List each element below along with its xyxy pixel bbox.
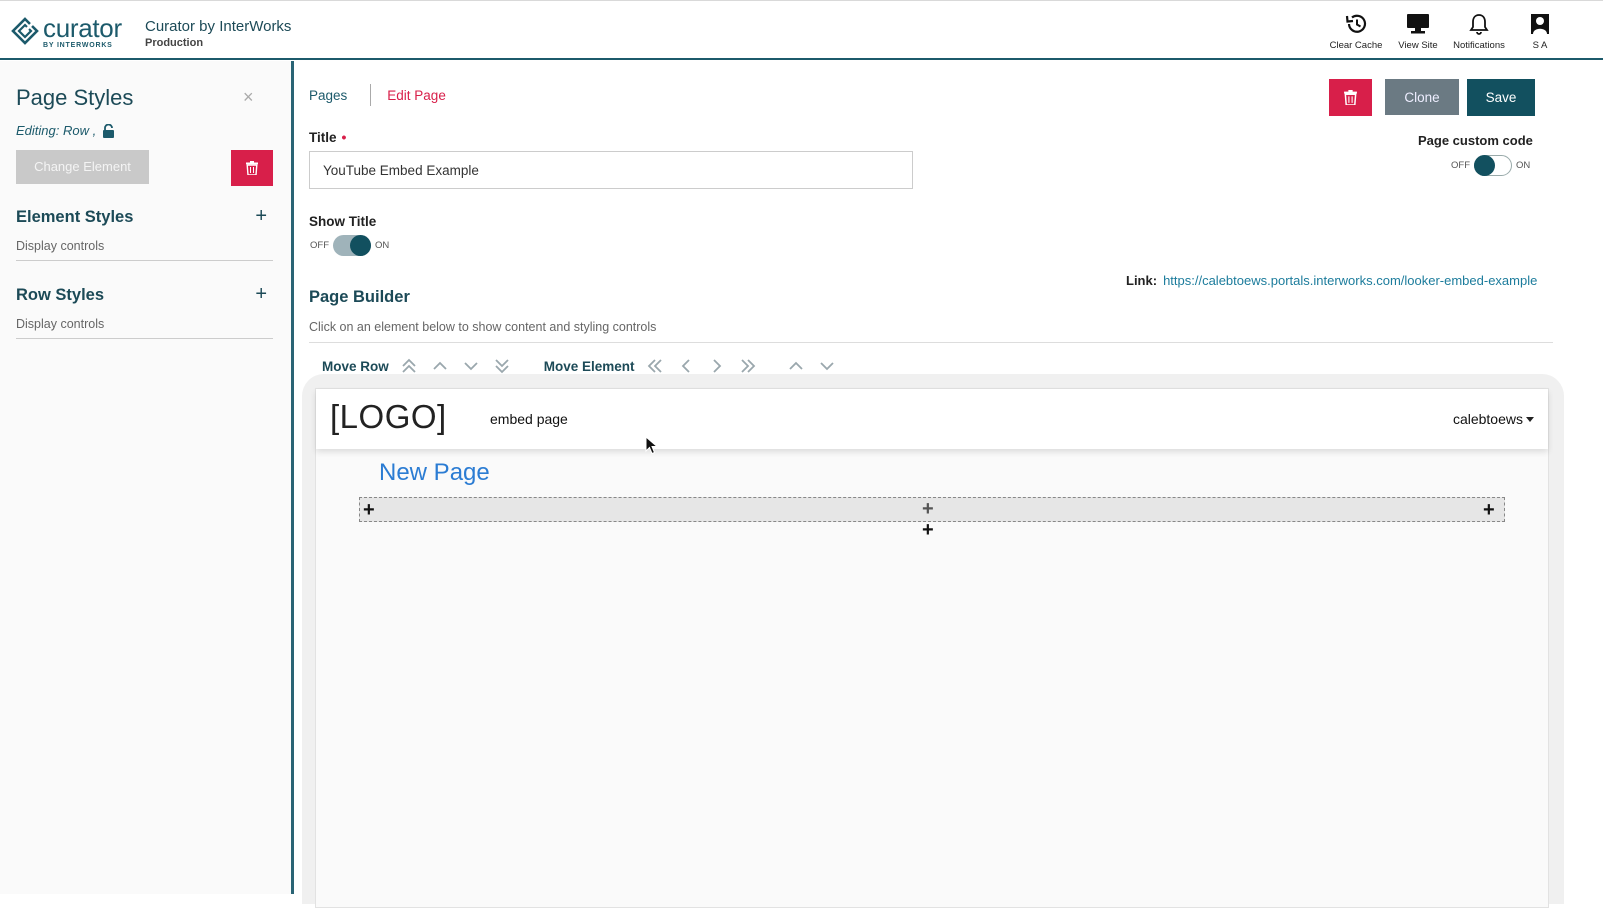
row-styles-subtitle: Display controls bbox=[16, 317, 105, 331]
bell-icon bbox=[1469, 14, 1489, 35]
preview-page-title[interactable]: New Page bbox=[379, 459, 490, 487]
move-element-down-icon[interactable] bbox=[817, 356, 837, 376]
logo-subtitle: BY INTERWORKS bbox=[43, 42, 113, 49]
page-builder-subtitle: Click on an element below to show conten… bbox=[309, 320, 657, 334]
breadcrumb-pages-link[interactable]: Pages bbox=[309, 88, 347, 103]
monitor-icon bbox=[1407, 14, 1429, 34]
clear-cache-button[interactable]: Clear Cache bbox=[1321, 13, 1391, 51]
toggle-off-label: OFF bbox=[310, 240, 329, 251]
add-element-center-icon[interactable]: + bbox=[922, 499, 934, 519]
site-environment: Production bbox=[145, 37, 204, 49]
change-element-button[interactable]: Change Element bbox=[16, 150, 149, 184]
clear-cache-label: Clear Cache bbox=[1329, 40, 1383, 51]
view-site-label: View Site bbox=[1398, 40, 1438, 51]
element-styles-subtitle: Display controls bbox=[16, 239, 105, 253]
move-row-top-icon[interactable] bbox=[399, 356, 419, 376]
view-site-button[interactable]: View Site bbox=[1383, 13, 1453, 51]
add-row-icon[interactable]: + bbox=[922, 520, 934, 540]
element-styles-title: Element Styles bbox=[16, 208, 134, 226]
notifications-button[interactable]: Notifications bbox=[1444, 13, 1514, 51]
toggle-on-label: ON bbox=[375, 240, 390, 251]
move-element-right-icon[interactable] bbox=[707, 356, 727, 376]
history-icon bbox=[1345, 14, 1367, 33]
preview-user-menu[interactable]: calebtoews bbox=[1453, 411, 1534, 427]
move-row-down-icon[interactable] bbox=[461, 356, 481, 376]
logo-wordmark: curator bbox=[43, 13, 122, 43]
show-title-toggle[interactable] bbox=[333, 235, 371, 256]
preview-navbar[interactable]: [LOGO] embed page calebtoews bbox=[316, 389, 1548, 449]
trash-icon bbox=[246, 161, 258, 175]
notifications-label: Notifications bbox=[1453, 40, 1505, 51]
top-bar: curator BY INTERWORKS Curator by InterWo… bbox=[0, 0, 1603, 60]
move-element-left-icon[interactable] bbox=[676, 356, 696, 376]
title-label-text: Title bbox=[309, 130, 337, 145]
user-menu-button[interactable]: S A bbox=[1505, 13, 1575, 51]
link-label: Link: bbox=[1126, 273, 1158, 288]
show-title-toggle-group: OFF ON bbox=[310, 235, 389, 256]
delete-page-button[interactable] bbox=[1329, 79, 1372, 116]
title-field-label: Title • bbox=[309, 129, 346, 145]
save-button[interactable]: Save bbox=[1467, 79, 1535, 116]
title-input[interactable] bbox=[309, 151, 913, 189]
add-element-left-icon[interactable]: + bbox=[363, 500, 375, 520]
preview-nav-link[interactable]: embed page bbox=[490, 411, 568, 427]
move-row-label: Move Row bbox=[322, 358, 389, 374]
expand-element-styles-icon[interactable]: + bbox=[255, 205, 267, 228]
row-styles-section[interactable]: Row Styles + Display controls bbox=[16, 279, 273, 339]
page-styles-panel: Page Styles × Editing: Row , Change Elem… bbox=[0, 61, 294, 894]
site-title: Curator by InterWorks bbox=[145, 18, 292, 35]
user-initials: S A bbox=[1532, 40, 1548, 51]
add-element-right-icon[interactable]: + bbox=[1483, 500, 1495, 520]
page-custom-code-toggle[interactable] bbox=[1474, 154, 1512, 176]
delete-element-button[interactable] bbox=[231, 150, 273, 186]
row-styles-title: Row Styles bbox=[16, 286, 105, 304]
toggle-on-label: ON bbox=[1516, 160, 1531, 171]
close-icon[interactable]: × bbox=[243, 87, 254, 108]
curator-logo-icon bbox=[11, 17, 39, 45]
show-title-label: Show Title bbox=[309, 214, 377, 229]
move-element-up-icon[interactable] bbox=[786, 356, 806, 376]
element-styles-section[interactable]: Element Styles + Display controls bbox=[16, 201, 273, 261]
page-custom-code-label: Page custom code bbox=[1418, 133, 1533, 148]
expand-row-styles-icon[interactable]: + bbox=[255, 283, 267, 306]
mouse-cursor-icon bbox=[645, 436, 659, 455]
editing-label: Editing: Row , bbox=[16, 123, 97, 138]
toggle-off-label: OFF bbox=[1451, 160, 1470, 171]
breadcrumb-edit-page[interactable]: Edit Page bbox=[387, 88, 446, 103]
user-icon bbox=[1531, 14, 1549, 34]
editing-indicator: Editing: Row , bbox=[16, 123, 115, 138]
required-indicator: • bbox=[341, 129, 347, 145]
breadcrumb: Pages Edit Page bbox=[309, 84, 446, 106]
divider bbox=[309, 342, 1553, 343]
preview-logo[interactable]: [LOGO] bbox=[330, 398, 447, 436]
move-controls: Move Row Move Element bbox=[322, 356, 848, 376]
lock-icon[interactable] bbox=[102, 123, 115, 138]
move-element-last-icon[interactable] bbox=[738, 356, 758, 376]
main-content: Pages Edit Page Clone Save Page custom c… bbox=[297, 61, 1603, 908]
builder-canvas: [LOGO] embed page calebtoews New Page + … bbox=[315, 388, 1549, 908]
curator-logo[interactable]: curator BY INTERWORKS bbox=[11, 15, 122, 49]
breadcrumb-divider bbox=[370, 84, 372, 106]
trash-icon bbox=[1344, 90, 1357, 105]
page-url-link[interactable]: https://calebtoews.portals.interworks.co… bbox=[1163, 273, 1537, 288]
move-row-bottom-icon[interactable] bbox=[492, 356, 512, 376]
page-builder-title: Page Builder bbox=[309, 288, 410, 306]
clone-button[interactable]: Clone bbox=[1385, 79, 1459, 115]
page-link: Link: https://calebtoews.portals.interwor… bbox=[1126, 273, 1537, 288]
move-element-first-icon[interactable] bbox=[645, 356, 665, 376]
page-custom-code-toggle-group: OFF ON bbox=[1451, 154, 1531, 176]
panel-title: Page Styles bbox=[16, 85, 134, 110]
move-element-label: Move Element bbox=[543, 358, 635, 374]
move-row-up-icon[interactable] bbox=[430, 356, 450, 376]
